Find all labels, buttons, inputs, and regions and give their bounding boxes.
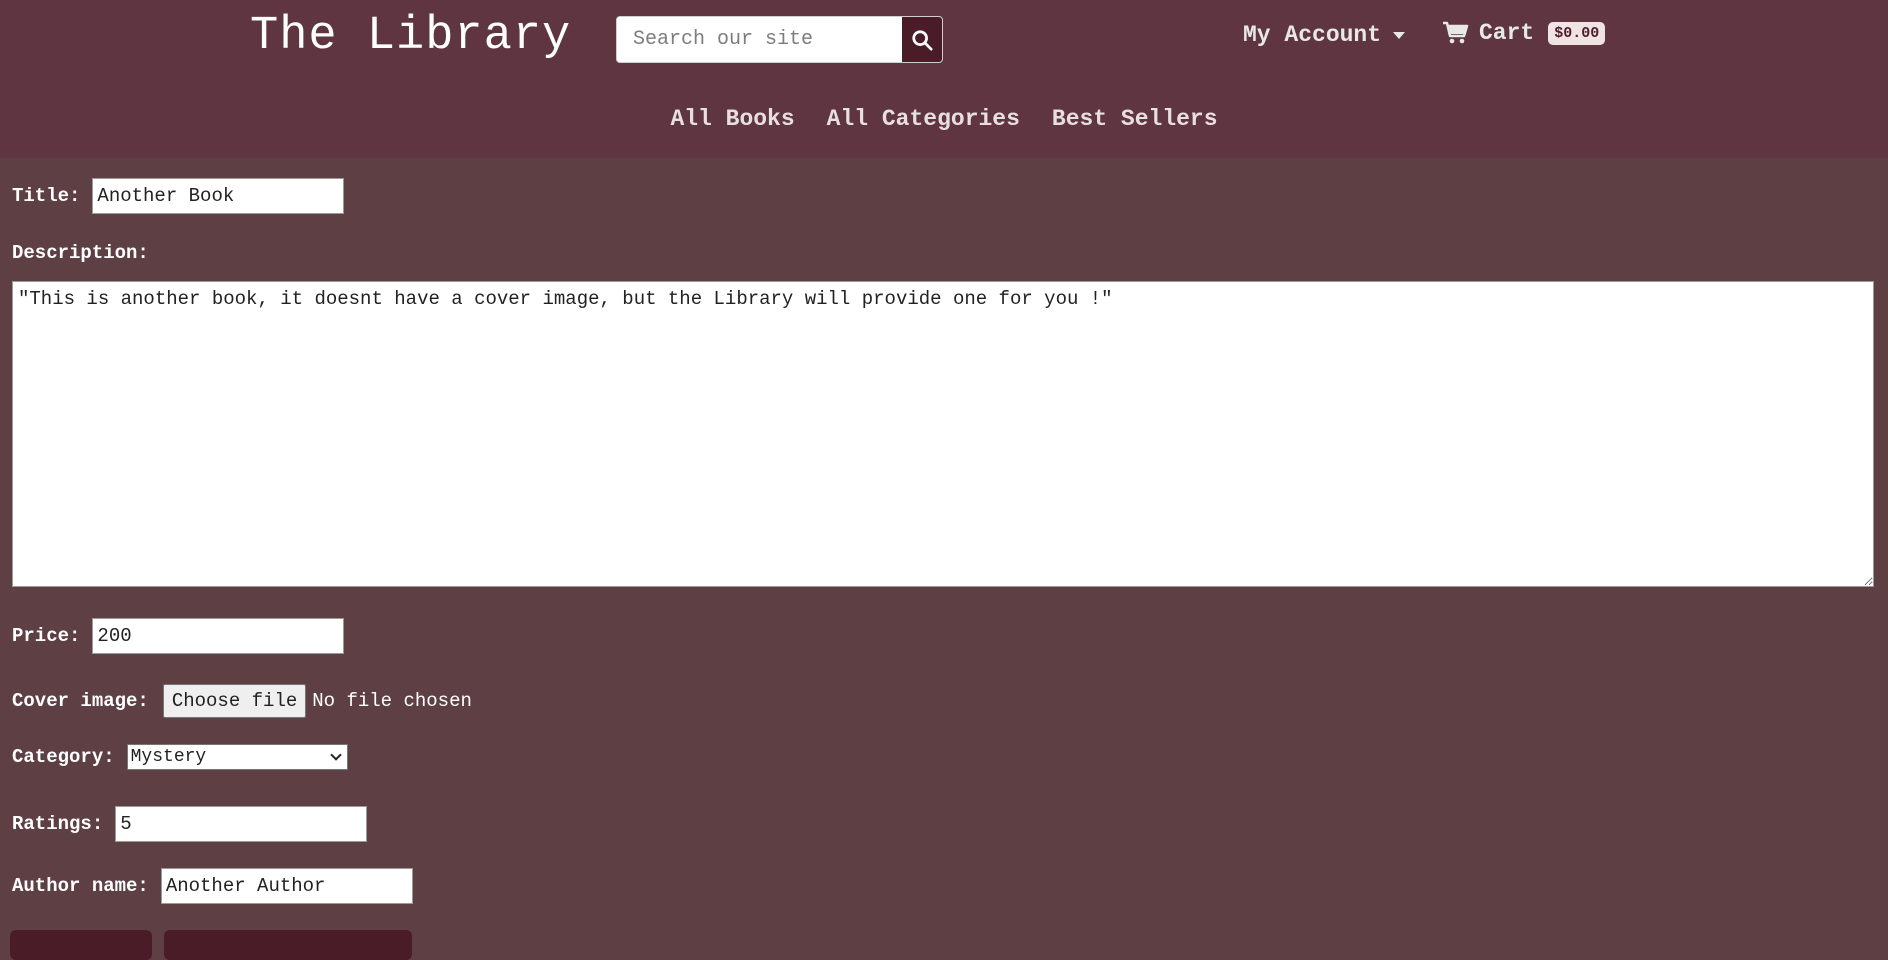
- nav-best-sellers[interactable]: Best Sellers: [1052, 106, 1218, 132]
- secondary-button[interactable]: [164, 930, 412, 960]
- cart-total-badge: $0.00: [1548, 21, 1606, 45]
- main-nav: All Books All Categories Best Sellers: [0, 106, 1888, 132]
- site-header: The Library My Account Cart $0.00 All Bo…: [0, 0, 1888, 158]
- cart-label: Cart: [1479, 20, 1535, 46]
- author-input[interactable]: [160, 868, 413, 904]
- price-label: Price:: [12, 625, 81, 647]
- search-icon: [912, 29, 933, 51]
- description-row: Description:: [12, 242, 149, 264]
- chevron-down-icon: [1393, 31, 1406, 39]
- choose-file-button[interactable]: Choose file: [162, 684, 307, 718]
- cart-link[interactable]: Cart $0.00: [1442, 20, 1606, 46]
- category-label: Category:: [12, 746, 115, 768]
- category-row: Category: Mystery: [12, 744, 348, 770]
- ratings-row: Ratings:: [12, 806, 368, 842]
- account-label: My Account: [1243, 22, 1382, 48]
- chevron-down-icon: [329, 749, 342, 761]
- cover-row: Cover image: Choose file No file chosen: [12, 684, 472, 718]
- price-input[interactable]: [92, 618, 345, 654]
- category-value: Mystery: [130, 747, 207, 767]
- site-logo[interactable]: The Library: [250, 10, 571, 63]
- cover-label: Cover image:: [12, 690, 149, 712]
- submit-button[interactable]: [10, 930, 152, 960]
- title-input[interactable]: [92, 178, 345, 214]
- description-textarea[interactable]: "This is another book, it doesnt have a …: [12, 281, 1874, 587]
- description-label: Description:: [12, 242, 149, 264]
- price-row: Price:: [12, 618, 345, 654]
- search-input[interactable]: [617, 17, 902, 62]
- title-label: Title:: [12, 185, 81, 207]
- category-select[interactable]: Mystery: [126, 744, 348, 770]
- nav-all-categories[interactable]: All Categories: [827, 106, 1020, 132]
- title-row: Title:: [12, 178, 345, 214]
- author-label: Author name:: [12, 875, 149, 897]
- author-row: Author name:: [12, 868, 413, 904]
- search-button[interactable]: [902, 17, 942, 62]
- account-menu[interactable]: My Account: [1243, 22, 1406, 48]
- search-bar: [616, 16, 943, 63]
- ratings-label: Ratings:: [12, 813, 104, 835]
- cart-icon: [1443, 21, 1469, 44]
- file-status: No file chosen: [312, 690, 472, 712]
- nav-all-books[interactable]: All Books: [670, 106, 794, 132]
- ratings-input[interactable]: [115, 806, 368, 842]
